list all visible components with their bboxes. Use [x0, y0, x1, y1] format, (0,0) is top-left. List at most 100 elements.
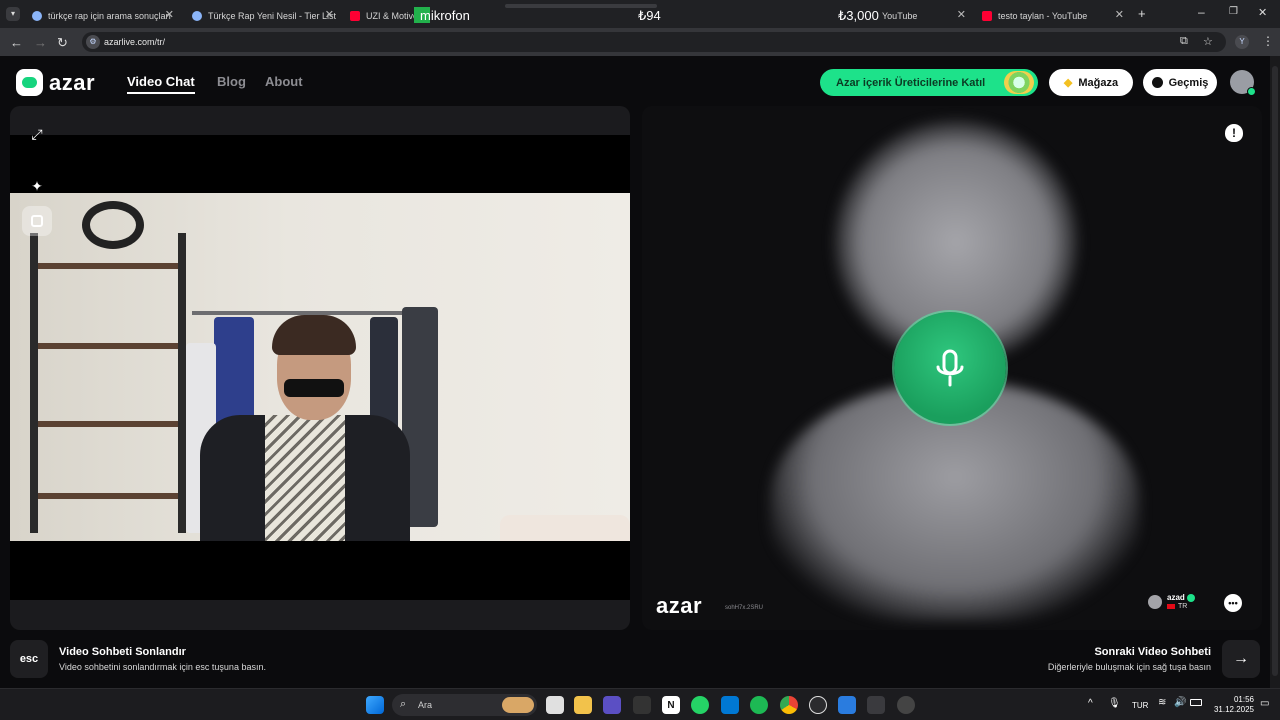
- chrome-icon[interactable]: [780, 696, 798, 714]
- letterbox-top: [10, 135, 630, 193]
- next-chat-button[interactable]: →: [1222, 640, 1260, 678]
- local-video-panel: ⤢ ✦: [10, 106, 630, 630]
- tab-tier-list[interactable]: Türkçe Rap Yeni Nesil - Tier List ✕: [184, 4, 340, 28]
- windows-start-icon[interactable]: [366, 696, 384, 714]
- nav-blog[interactable]: Blog: [217, 74, 246, 89]
- esc-key-button[interactable]: esc: [10, 640, 48, 678]
- bookmark-star-icon[interactable]: ☆: [1203, 35, 1213, 48]
- url-field[interactable]: ⚙ azarlive.com/tr/ ⧉ ☆: [82, 32, 1226, 52]
- close-icon[interactable]: ✕: [957, 8, 966, 21]
- tab-title: testo taylan - YouTube: [998, 11, 1088, 21]
- profile-avatar[interactable]: Y: [1235, 35, 1249, 49]
- turkey-flag-icon: [1167, 603, 1175, 609]
- whatsapp-icon[interactable]: [691, 696, 709, 714]
- site-info-icon[interactable]: ⚙: [86, 35, 100, 49]
- taskbar-search[interactable]: ⌕ Ara: [392, 694, 537, 716]
- shelf-unit: [30, 233, 38, 533]
- report-shield-icon[interactable]: !: [1225, 124, 1243, 142]
- close-icon[interactable]: ✕: [325, 8, 334, 21]
- close-icon[interactable]: ✕: [165, 8, 174, 21]
- person-hair: [272, 315, 356, 355]
- app-icon[interactable]: [603, 696, 621, 714]
- azar-logo[interactable]: azar: [16, 69, 95, 96]
- tab-favicon-icon: [32, 11, 42, 21]
- task-view-icon[interactable]: [546, 696, 564, 714]
- wifi-icon[interactable]: ≋: [1158, 697, 1166, 708]
- letterbox-bottom: [10, 541, 630, 600]
- next-chat-description: Diğerleriyle buluşmak için sağ tuşa bası…: [1047, 662, 1211, 672]
- shelf-unit: [178, 233, 186, 533]
- sparkle-effects-icon[interactable]: ✦: [26, 175, 48, 197]
- end-chat-title: Video Sohbeti Sonlandır: [59, 646, 186, 658]
- end-chat-description: Video sohbetini sonlandırmak için esc tu…: [59, 662, 266, 672]
- face-filter-button[interactable]: [22, 206, 52, 236]
- shelf-board: [38, 263, 178, 269]
- spotify-icon[interactable]: [750, 696, 768, 714]
- minimize-icon[interactable]: –: [1198, 5, 1205, 19]
- taskbar-search-placeholder: Ara: [418, 700, 433, 710]
- battery-icon[interactable]: [1190, 699, 1202, 706]
- peer-info[interactable]: azad TR: [1148, 593, 1195, 611]
- clock-time: 01:56: [1233, 695, 1254, 704]
- diamond-icon: ◆: [1063, 77, 1073, 89]
- tab-youtube[interactable]: YouTube ✕: [874, 4, 972, 28]
- expand-icon[interactable]: ⤢: [26, 123, 48, 145]
- azar-logo-text: azar: [49, 69, 96, 95]
- notification-icon[interactable]: ▭: [1260, 698, 1269, 709]
- nav-about[interactable]: About: [265, 74, 303, 89]
- tab-title: YouTube: [882, 11, 918, 21]
- microphone-button[interactable]: [894, 312, 1006, 424]
- tab-uzi-motive[interactable]: UZI & Motive: [342, 4, 422, 28]
- tray-language[interactable]: TUR: [1132, 701, 1148, 710]
- file-explorer-icon[interactable]: [574, 696, 592, 714]
- tab-title: türkçe rap için arama sonuçları: [48, 11, 172, 21]
- app-icon[interactable]: [897, 696, 915, 714]
- shelf-board: [38, 421, 178, 427]
- chatgpt-icon[interactable]: [809, 696, 827, 714]
- overlay-label-price-94: ₺94: [638, 8, 661, 23]
- tab-search-button[interactable]: ▾: [6, 7, 20, 21]
- tab-title: Türkçe Rap Yeni Nesil - Tier List: [208, 11, 337, 21]
- youtube-icon: [350, 11, 360, 21]
- new-tab-icon[interactable]: +: [1138, 6, 1146, 21]
- notion-icon[interactable]: N: [662, 696, 680, 714]
- browser-address-bar: ← → ↻ ⚙ azarlive.com/tr/ ⧉ ☆ Y ⋮: [0, 28, 1280, 56]
- join-creators-button[interactable]: Azar içerik Üreticilerine Katıl: [820, 69, 1038, 96]
- install-app-icon[interactable]: ⧉: [1180, 35, 1188, 48]
- scrollbar-thumb[interactable]: [1272, 66, 1278, 676]
- person-shirt: [265, 415, 345, 541]
- shelf-board: [38, 493, 178, 499]
- tab-testo-taylan[interactable]: testo taylan - YouTube ✕: [974, 4, 1130, 28]
- todo-icon[interactable]: [838, 696, 856, 714]
- os-taskbar: ⌕ Ara N ^ 🎙 TUR ≋ 🔊 01:56 31.12.2025 ▭: [0, 688, 1280, 720]
- peer-name: azad: [1167, 593, 1185, 602]
- tray-chevron-icon[interactable]: ^: [1088, 698, 1093, 709]
- apple-tv-icon[interactable]: [633, 696, 651, 714]
- taskbar-clock[interactable]: 01:56 31.12.2025: [1208, 695, 1254, 715]
- nav-video-chat[interactable]: Video Chat: [127, 74, 195, 94]
- search-highlight-icon: [502, 697, 534, 713]
- shop-button[interactable]: ◆ Mağaza: [1049, 69, 1133, 96]
- app-icon[interactable]: [867, 696, 885, 714]
- close-icon[interactable]: ✕: [1115, 8, 1124, 21]
- tab-turkce-rap-search[interactable]: türkçe rap için arama sonuçları ✕: [24, 4, 180, 28]
- site-header: azar Video Chat Blog About Azar içerik Ü…: [0, 56, 1270, 106]
- back-icon[interactable]: ←: [10, 35, 23, 50]
- maximize-icon[interactable]: ❐: [1229, 6, 1238, 17]
- peer-country: TR: [1178, 603, 1188, 610]
- browser-menu-icon[interactable]: ⋮: [1262, 34, 1274, 48]
- remote-video-panel: ! azar sohH7x.2SRU azad TR •••: [642, 106, 1262, 630]
- vscode-icon[interactable]: [721, 696, 739, 714]
- history-button[interactable]: Geçmiş: [1143, 69, 1217, 96]
- window-close-icon[interactable]: ✕: [1258, 6, 1267, 19]
- reload-icon[interactable]: ↻: [57, 35, 68, 51]
- forward-icon[interactable]: →: [34, 35, 47, 50]
- shop-label: Mağaza: [1078, 76, 1119, 89]
- youtube-icon: [982, 11, 992, 21]
- page-scrollbar[interactable]: [1270, 56, 1280, 688]
- user-avatar[interactable]: [1230, 70, 1256, 96]
- tab-progress-strip: [505, 4, 657, 8]
- chat-icon[interactable]: •••: [1224, 594, 1242, 612]
- tray-microphone-icon[interactable]: 🎙: [1108, 698, 1121, 709]
- volume-icon[interactable]: 🔊: [1174, 697, 1186, 708]
